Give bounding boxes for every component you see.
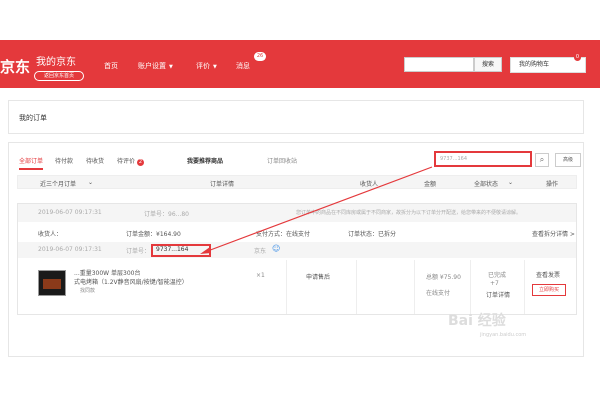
- cart-count-badge: 0: [573, 53, 581, 61]
- jd-logo[interactable]: 京东: [0, 56, 30, 77]
- nav-account-label: 账户设置: [138, 62, 166, 70]
- watermark-url: jingyan.baidu.com: [480, 332, 527, 338]
- my-orders-panel: 我的订单: [8, 100, 584, 134]
- col-amount: 金额: [424, 181, 437, 188]
- order-tabs: 全部订单 待付款 待收货 待评价 2 我要推荐商品 订单回收站 9737...16…: [9, 143, 583, 171]
- order-number-highlight: [151, 244, 211, 257]
- order-detail-link[interactable]: 订单详情: [486, 290, 510, 299]
- order-summary-row: 收货人： 订单金额：¥164.90 支付方式：在线支付 订单状态：已拆分 查看拆…: [18, 224, 576, 242]
- sub-order-row: 2019-06-07 09:17:31 订单号： 9737...164 京东 ☺: [18, 242, 576, 258]
- column-headers: 近三个月订单 ⌄ 订单详情 收货人 金额 全部状态 ⌄ 操作: [17, 175, 577, 189]
- chevron-down-icon: ▼: [213, 64, 217, 70]
- tab-to-pay[interactable]: 待付款: [55, 156, 73, 165]
- order-status: 订单状态：已拆分: [348, 231, 397, 238]
- col-actions: 操作: [546, 181, 559, 188]
- order-total: 总额 ¥75.90: [426, 274, 461, 281]
- tab-all-orders[interactable]: 全部订单: [19, 156, 44, 170]
- product-title-line2[interactable]: 式电烤箱（1.2V静音风扇/按键/智能温控）: [74, 277, 188, 286]
- review-count-badge: 2: [137, 159, 145, 166]
- product-title-line1[interactable]: ...重量300W 单层300台: [74, 268, 140, 277]
- divider: [524, 260, 525, 314]
- nav-review-label: 评价: [196, 62, 210, 70]
- tab-to-receive[interactable]: 待收货: [86, 156, 104, 165]
- order-card: 2019-06-07 09:17:31 订单号：96...80 您订单中的商品在…: [17, 203, 577, 315]
- baidu-watermark: Bai 经验: [448, 313, 506, 329]
- chat-icon[interactable]: ☺: [272, 244, 280, 253]
- goods-row: ...重量300W 单层300台 式电烤箱（1.2V静音风扇/按键/智能温控） …: [18, 260, 576, 314]
- chevron-down-icon: ⌄: [88, 179, 94, 186]
- tab-to-review[interactable]: 待评价 2: [117, 156, 145, 166]
- col-consignee: 收货人: [360, 181, 379, 188]
- divider: [414, 260, 415, 314]
- advanced-search-button[interactable]: 高级: [555, 153, 581, 167]
- payment-method: 支付方式：在线支付: [256, 231, 311, 238]
- product-thumbnail[interactable]: [38, 270, 66, 296]
- chevron-down-icon: ▼: [169, 64, 173, 70]
- nav-review[interactable]: 评价 ▼: [196, 61, 217, 71]
- search-icon[interactable]: ⌕: [535, 153, 549, 167]
- split-notice: 您订单中的商品在不同库房或属于不同商家，故拆分为以下订单分开配送，给您带来的不便…: [296, 210, 522, 216]
- col-status-filter[interactable]: 全部状态: [474, 179, 498, 188]
- nav-messages[interactable]: 消息: [236, 61, 250, 71]
- site-search-button[interactable]: 搜索: [474, 57, 502, 72]
- plus-points: +7: [490, 280, 499, 287]
- buy-again-button[interactable]: 立即购买: [532, 284, 566, 296]
- divider: [286, 260, 287, 314]
- col-order-detail: 订单详情: [210, 181, 235, 188]
- view-invoice-link[interactable]: 查看发票: [536, 270, 560, 279]
- back-to-home-button[interactable]: 返回京东首页: [34, 71, 84, 81]
- after-sales-link[interactable]: 申请售后: [306, 272, 330, 281]
- consignee-label: 收货人：: [38, 231, 63, 238]
- shop-label[interactable]: 京东: [254, 246, 266, 255]
- tab-recommend[interactable]: 我要推荐商品: [187, 156, 223, 165]
- payment-type: 在线支付: [426, 290, 451, 297]
- order-amount: 订单金额：¥164.90: [126, 231, 181, 238]
- panel-title: 我的订单: [19, 114, 47, 122]
- parent-order-number: 订单号：96...80: [144, 211, 189, 218]
- order-parent-row: 2019-06-07 09:17:31 订单号：96...80 您订单中的商品在…: [18, 204, 576, 222]
- divider: [356, 260, 357, 314]
- divider: [470, 260, 471, 314]
- order-number-label: 订单号：: [126, 248, 151, 255]
- goods-status: 已完成: [488, 272, 507, 279]
- nav-account-settings[interactable]: 账户设置 ▼: [138, 61, 173, 71]
- site-search-input[interactable]: [404, 57, 474, 72]
- tab-to-review-label: 待评价: [117, 158, 136, 165]
- sub-order-time: 2019-06-07 09:17:31: [38, 246, 102, 253]
- find-similar-link[interactable]: 找同款: [80, 287, 95, 294]
- chevron-down-icon: ⌄: [508, 179, 514, 186]
- order-search-input[interactable]: 9737...164: [434, 151, 532, 167]
- cart-label: 我的购物车: [519, 61, 550, 68]
- col-recent-filter[interactable]: 近三个月订单: [40, 179, 76, 188]
- my-jd-title[interactable]: 我的京东: [36, 53, 76, 68]
- tab-recycle-bin[interactable]: 订单回收站: [267, 156, 297, 165]
- nav-home[interactable]: 首页: [104, 61, 118, 71]
- view-split-details-link[interactable]: 查看拆分详情 >: [532, 229, 575, 238]
- message-count-badge: 26: [254, 52, 266, 61]
- product-quantity: ×1: [256, 272, 265, 279]
- order-time: 2019-06-07 09:17:31: [38, 209, 102, 216]
- top-header-bar: 京东 我的京东 返回京东首页 首页 账户设置 ▼ 评价 ▼ 消息 26 搜索 我的购…: [0, 40, 600, 88]
- cart-button[interactable]: 我的购物车 0: [510, 53, 586, 73]
